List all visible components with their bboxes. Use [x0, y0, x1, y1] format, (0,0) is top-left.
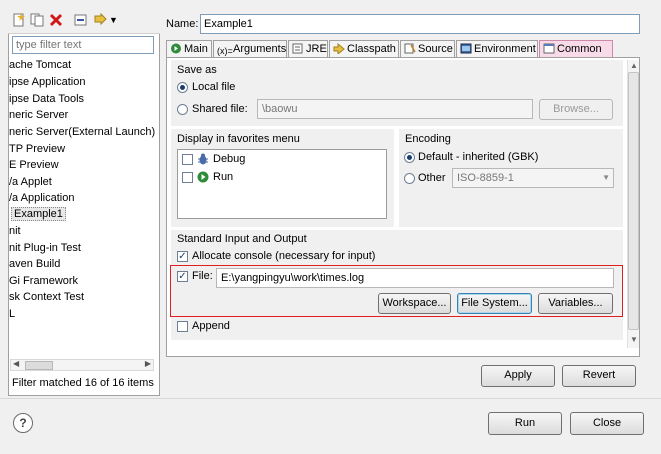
shared-file-input[interactable]: \baowu	[257, 99, 533, 119]
tree-item[interactable]: nit	[9, 223, 21, 239]
tree-item-selected[interactable]: Example1	[9, 206, 66, 222]
default-encoding-radio[interactable]	[404, 152, 415, 163]
tree-item[interactable]: neric Server(External Launch)	[9, 124, 155, 140]
apply-button[interactable]: Apply	[481, 365, 555, 387]
allocate-console-checkbox[interactable]: ✓	[177, 251, 188, 262]
tab-common[interactable]: Common	[539, 40, 613, 57]
arguments-tab-icon: (x)=	[217, 46, 233, 56]
append-checkbox[interactable]	[177, 321, 188, 332]
scroll-up-icon[interactable]: ▲	[630, 61, 638, 70]
save-as-title: Save as	[177, 64, 217, 76]
other-encoding-value: ISO-8859-1	[457, 172, 514, 184]
new-config-icon[interactable]	[12, 13, 26, 27]
run-checkbox[interactable]	[182, 172, 193, 183]
bottom-separator	[0, 398, 661, 399]
jre-tab-icon	[292, 43, 304, 54]
config-tree: ache Tomcat ipse Application ipse Data T…	[9, 57, 157, 357]
other-encoding-radio[interactable]	[404, 173, 415, 184]
std-io-title: Standard Input and Output	[177, 233, 307, 245]
scroll-thumb[interactable]	[25, 361, 53, 370]
tree-item[interactable]: sk Context Test	[9, 289, 84, 305]
tab-source[interactable]: Source	[400, 40, 455, 57]
file-label: File:	[192, 270, 213, 282]
variables-button[interactable]: Variables...	[538, 293, 613, 314]
browse-button[interactable]: Browse...	[539, 99, 613, 120]
environment-tab-icon	[460, 43, 472, 54]
tab-classpath[interactable]: Classpath	[329, 40, 399, 57]
shared-file-radio[interactable]	[177, 104, 188, 115]
tree-item[interactable]: /a Application	[9, 190, 74, 206]
favorites-title: Display in favorites menu	[177, 133, 300, 145]
encoding-title: Encoding	[405, 133, 451, 145]
debug-icon	[197, 153, 209, 165]
revert-button[interactable]: Revert	[562, 365, 636, 387]
name-label: Name:	[166, 18, 199, 30]
tab-jre[interactable]: JRE	[288, 40, 328, 57]
local-file-label: Local file	[192, 81, 236, 93]
chevron-down-icon: ▼	[602, 173, 610, 182]
tree-item[interactable]: ache Tomcat	[9, 57, 71, 73]
file-checkbox[interactable]: ✓	[177, 271, 188, 282]
collapse-all-icon[interactable]	[74, 13, 88, 27]
horizontal-scrollbar[interactable]: ◀ ▶	[10, 359, 154, 371]
duplicate-config-icon[interactable]	[30, 13, 44, 27]
tree-item[interactable]: E Preview	[9, 157, 59, 173]
tab-main[interactable]: Main	[166, 40, 212, 57]
local-file-radio[interactable]	[177, 82, 188, 93]
tree-item[interactable]: aven Build	[9, 256, 60, 272]
delete-config-icon[interactable]	[49, 13, 63, 27]
tree-item[interactable]: TP Preview	[9, 141, 65, 157]
output-file-input[interactable]: E:\yangpingyu\work\times.log	[216, 268, 614, 288]
scroll-left-icon[interactable]: ◀	[13, 359, 19, 368]
tree-item[interactable]: /a Applet	[9, 174, 52, 190]
left-toolbar: ▼	[8, 8, 160, 34]
tree-item[interactable]: nit Plug-in Test	[9, 240, 81, 256]
shared-file-label: Shared file:	[192, 103, 248, 115]
classpath-tab-icon	[333, 42, 345, 56]
favorites-item-run: Run	[213, 171, 234, 183]
tree-item[interactable]: neric Server	[9, 107, 68, 123]
source-tab-icon	[404, 43, 416, 54]
main-tab-icon	[170, 43, 182, 54]
tree-item[interactable]: Gi Framework	[9, 273, 78, 289]
scroll-down-icon[interactable]: ▼	[630, 335, 638, 344]
filter-icon[interactable]	[94, 12, 108, 27]
allocate-console-label: Allocate console (necessary for input)	[192, 250, 376, 262]
tree-item[interactable]: L	[9, 306, 15, 322]
tree-item[interactable]: ipse Application	[9, 74, 85, 90]
tree-item[interactable]: ipse Data Tools	[9, 91, 84, 107]
name-input[interactable]: Example1	[200, 14, 640, 34]
debug-checkbox[interactable]	[182, 154, 193, 165]
workspace-button[interactable]: Workspace...	[378, 293, 451, 314]
other-encoding-select[interactable]: ISO-8859-1 ▼	[452, 168, 614, 188]
run-icon	[197, 171, 209, 183]
chevron-down-icon[interactable]: ▼	[109, 13, 123, 27]
scroll-right-icon[interactable]: ▶	[145, 359, 151, 368]
file-system-button[interactable]: File System...	[457, 293, 532, 314]
tab-environment[interactable]: Environment	[456, 40, 538, 57]
run-button[interactable]: Run	[488, 412, 562, 435]
default-encoding-label: Default - inherited (GBK)	[418, 151, 539, 163]
other-encoding-label: Other	[418, 172, 446, 184]
favorites-item-debug: Debug	[213, 153, 246, 165]
common-tab-icon	[543, 43, 555, 54]
vertical-scroll-thumb[interactable]	[628, 72, 639, 330]
filter-status: Filter matched 16 of 16 items	[12, 377, 154, 389]
close-button[interactable]: Close	[570, 412, 644, 435]
tab-arguments[interactable]: (x)=Arguments	[213, 40, 287, 57]
filter-input[interactable]	[12, 36, 154, 54]
help-icon[interactable]: ?	[13, 413, 33, 433]
append-label: Append	[192, 320, 230, 332]
